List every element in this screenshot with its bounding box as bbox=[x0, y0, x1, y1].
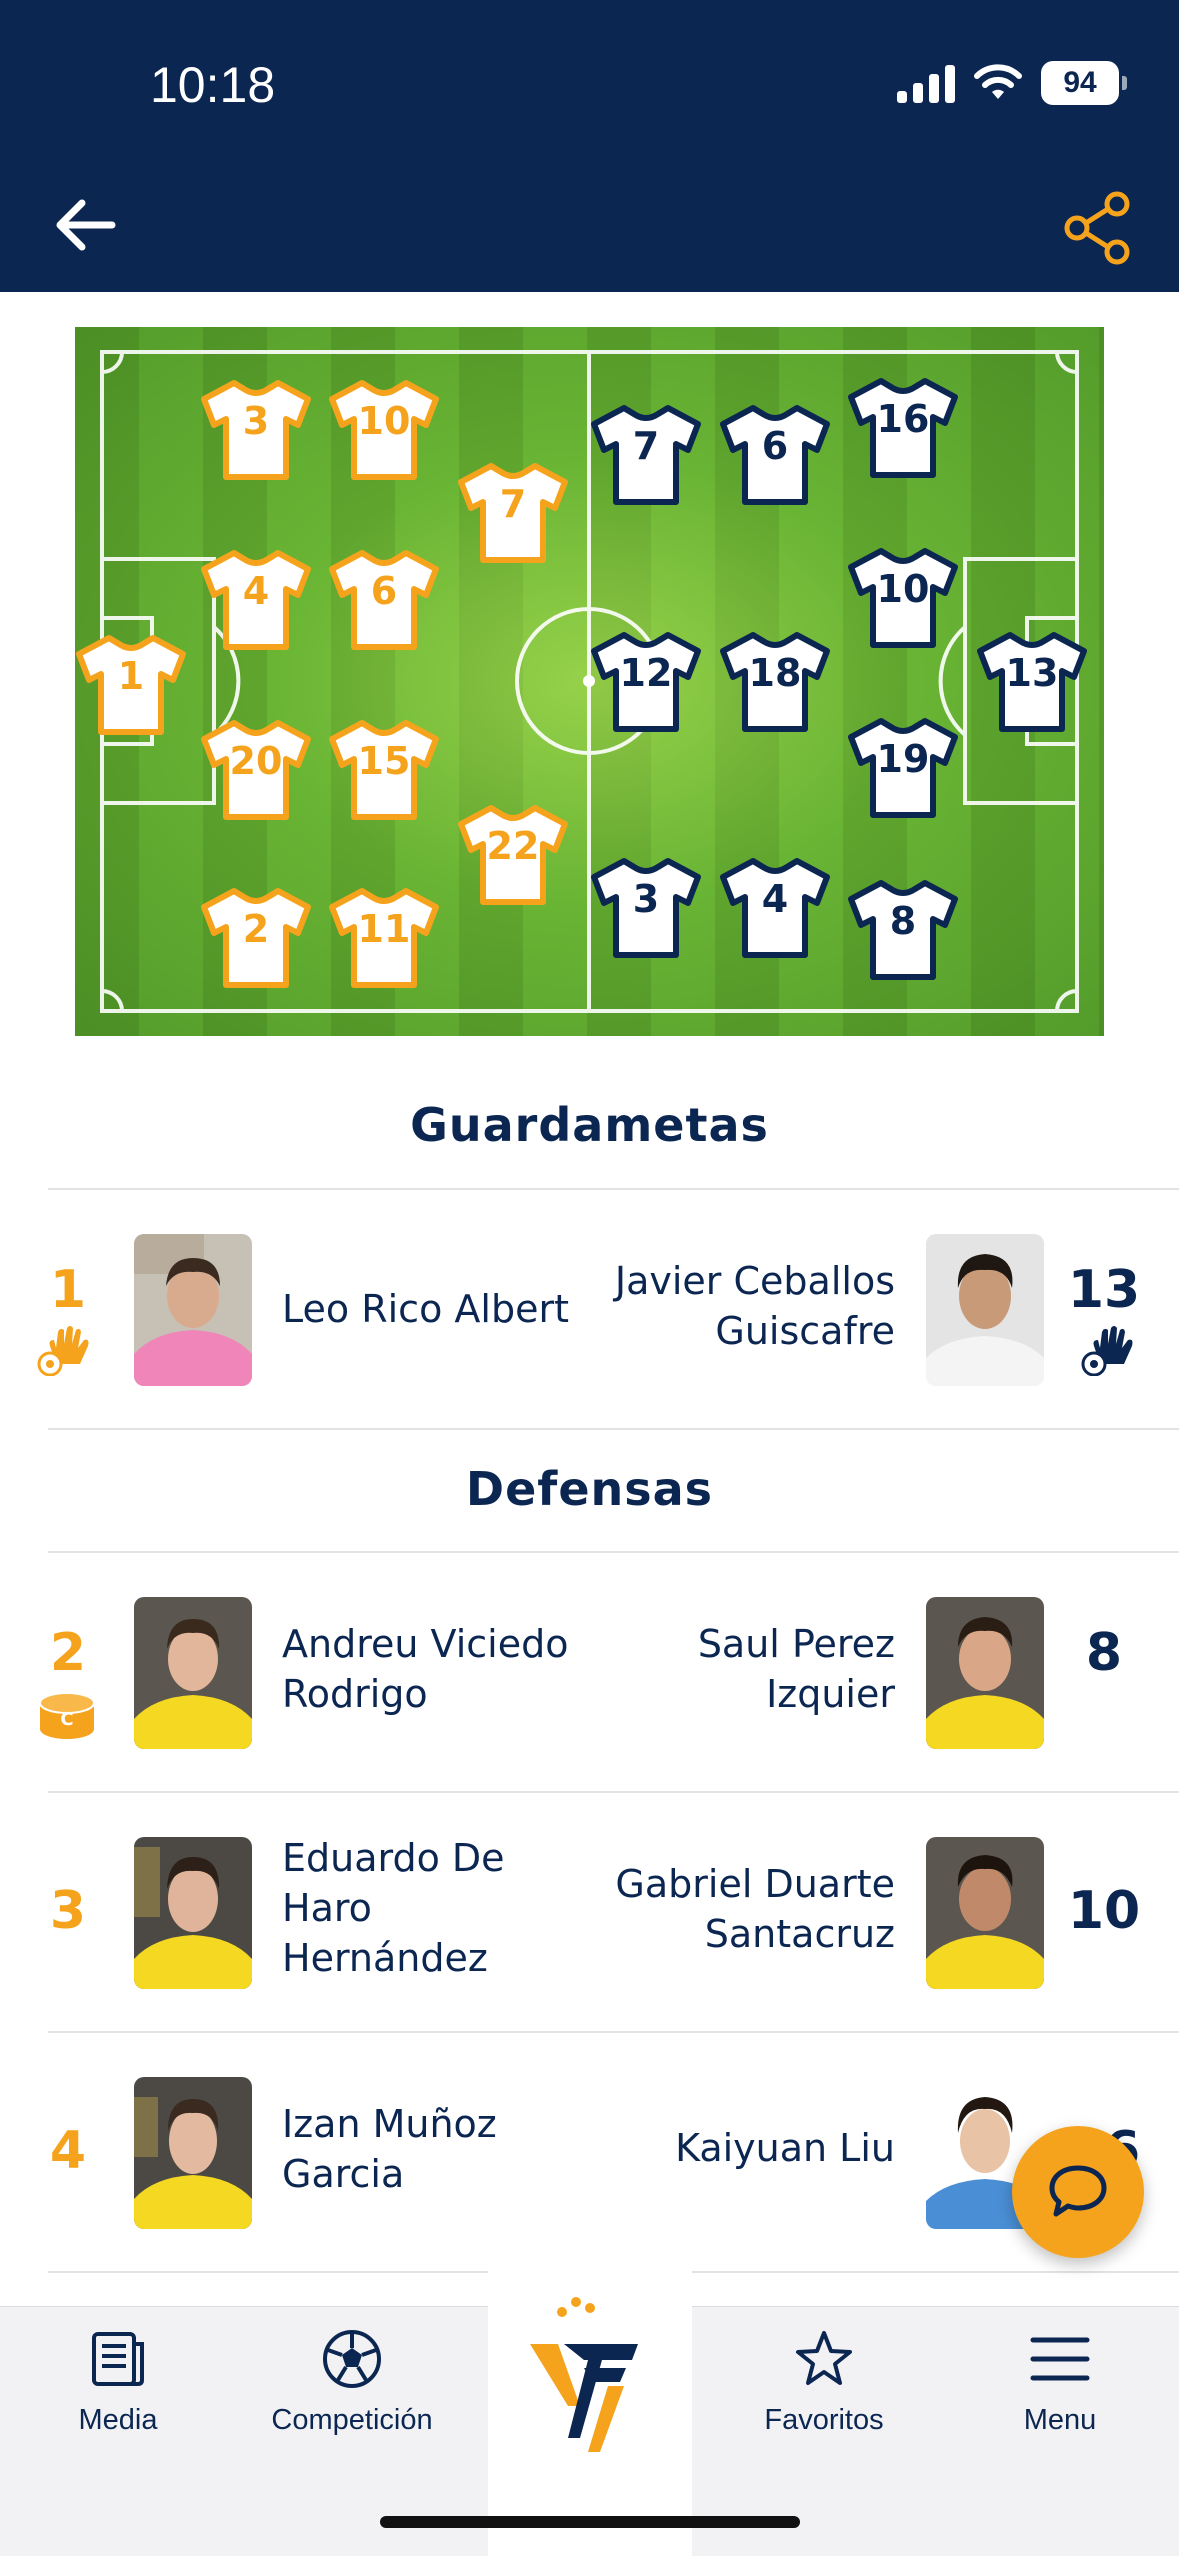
player-photo bbox=[134, 1837, 252, 1989]
back-button[interactable] bbox=[50, 190, 130, 260]
ffcv-logo-icon bbox=[530, 2297, 638, 2452]
home-player-number: 3 bbox=[49, 1881, 87, 1941]
hamburger-menu-icon bbox=[1030, 2337, 1090, 2381]
away-player-jersey[interactable]: 18 bbox=[719, 629, 831, 733]
home-player-jersey[interactable]: 1 bbox=[75, 632, 187, 736]
home-player-number: 1 bbox=[49, 1260, 87, 1320]
divider bbox=[48, 1428, 1179, 1430]
share-button[interactable] bbox=[1059, 190, 1139, 270]
nav-favorites[interactable]: Favoritos bbox=[724, 2328, 924, 2437]
svg-text:C: C bbox=[60, 1709, 73, 1730]
away-player-jersey[interactable]: 19 bbox=[847, 715, 959, 819]
away-player-jersey[interactable]: 16 bbox=[847, 375, 959, 479]
player-row[interactable]: 4 Izan Muñoz Garcia Kaiyuan Liu 16 bbox=[0, 2031, 1179, 2271]
player-photo bbox=[134, 1234, 252, 1386]
away-player-jersey[interactable]: 6 bbox=[719, 402, 831, 506]
away-player-name: Gabriel Duarte Santacruz bbox=[615, 1862, 895, 1956]
status-time: 10:18 bbox=[150, 57, 276, 113]
chat-button[interactable] bbox=[1012, 2126, 1144, 2258]
star-icon bbox=[796, 2331, 852, 2385]
away-player-name: Kaiyuan Liu bbox=[675, 2126, 895, 2170]
player-photo bbox=[134, 1597, 252, 1749]
newspaper-icon bbox=[92, 2332, 144, 2386]
section-title-goalkeepers: Guardametas bbox=[410, 1098, 769, 1152]
chat-bubble-icon bbox=[1049, 2165, 1107, 2217]
nav-label: Media bbox=[78, 2404, 158, 2436]
home-player-number: 4 bbox=[49, 2121, 87, 2181]
wifi-icon bbox=[974, 64, 1022, 99]
nav-label: Menu bbox=[1023, 2404, 1097, 2436]
away-player-jersey[interactable]: 12 bbox=[590, 629, 702, 733]
home-player-jersey[interactable]: 20 bbox=[200, 717, 312, 821]
home-player-name: Leo Rico Albert bbox=[282, 1287, 569, 1331]
player-row[interactable]: 3 Eduardo De Haro Hernández Gabriel Duar… bbox=[0, 1791, 1179, 2031]
nav-home-logo[interactable] bbox=[488, 2256, 692, 2556]
nav-competition[interactable]: Competición bbox=[252, 2328, 452, 2437]
away-player-jersey[interactable]: 3 bbox=[590, 855, 702, 959]
home-player-jersey[interactable]: 2 bbox=[200, 885, 312, 989]
home-player-jersey[interactable]: 10 bbox=[328, 377, 440, 481]
player-row[interactable]: 2 C Andreu Viciedo Rodrigo Saul Perez Iz… bbox=[0, 1551, 1179, 1791]
home-player-jersey[interactable]: 7 bbox=[457, 460, 569, 564]
status-icons: 94 bbox=[897, 58, 1127, 108]
arrow-left-icon bbox=[56, 199, 116, 251]
home-player-jersey[interactable]: 3 bbox=[200, 377, 312, 481]
player-row[interactable]: 1 Leo Rico Albert Javier Ceballos Guisca… bbox=[0, 1188, 1179, 1428]
nav-label: Competición bbox=[271, 2404, 433, 2436]
away-player-jersey[interactable]: 4 bbox=[719, 855, 831, 959]
away-player-jersey[interactable]: 10 bbox=[847, 545, 959, 649]
captain-armband-icon: C bbox=[39, 1692, 95, 1739]
lineup-pitch: 3 10 7 4 6 1 20 15 22 2 11 7 6 16 10 12 … bbox=[75, 327, 1104, 1036]
battery-icon: 94 bbox=[1041, 61, 1127, 105]
player-photo bbox=[926, 1234, 1044, 1386]
cellular-signal-icon bbox=[897, 63, 955, 103]
section-title-defenders: Defensas bbox=[465, 1462, 714, 1516]
home-player-jersey[interactable]: 11 bbox=[328, 885, 440, 989]
home-player-number: 2 bbox=[49, 1623, 87, 1683]
home-player-jersey[interactable]: 22 bbox=[457, 802, 569, 906]
away-player-name: Saul Perez Izquier bbox=[697, 1622, 895, 1716]
nav-label: Favoritos bbox=[764, 2404, 884, 2436]
player-photo bbox=[926, 1597, 1044, 1749]
nav-menu[interactable]: Menu bbox=[960, 2328, 1160, 2437]
player-photo bbox=[926, 1837, 1044, 1989]
away-player-jersey[interactable]: 13 bbox=[976, 629, 1088, 733]
away-player-jersey[interactable]: 8 bbox=[847, 877, 959, 981]
goalkeeper-glove-icon bbox=[1081, 1326, 1133, 1376]
home-player-jersey[interactable]: 15 bbox=[328, 717, 440, 821]
home-player-name: Eduardo De Haro Hernández bbox=[282, 1836, 505, 1980]
away-player-jersey[interactable]: 7 bbox=[590, 402, 702, 506]
home-player-name: Andreu Viciedo Rodrigo bbox=[282, 1622, 569, 1716]
player-photo bbox=[134, 2077, 252, 2229]
share-icon bbox=[1064, 191, 1130, 265]
app-header: 10:18 94 bbox=[0, 0, 1179, 292]
home-player-jersey[interactable]: 4 bbox=[200, 547, 312, 651]
nav-media[interactable]: Media bbox=[18, 2328, 218, 2437]
soccer-ball-icon bbox=[323, 2330, 381, 2388]
away-player-number: 8 bbox=[1085, 1623, 1123, 1683]
home-player-jersey[interactable]: 6 bbox=[328, 547, 440, 651]
home-indicator[interactable] bbox=[380, 2516, 800, 2528]
away-player-number: 10 bbox=[1067, 1881, 1141, 1941]
away-player-name: Javier Ceballos Guiscafre bbox=[614, 1259, 895, 1353]
goalkeeper-glove-icon bbox=[37, 1326, 89, 1376]
away-player-number: 13 bbox=[1067, 1260, 1141, 1320]
home-player-name: Izan Muñoz Garcia bbox=[282, 2102, 497, 2196]
